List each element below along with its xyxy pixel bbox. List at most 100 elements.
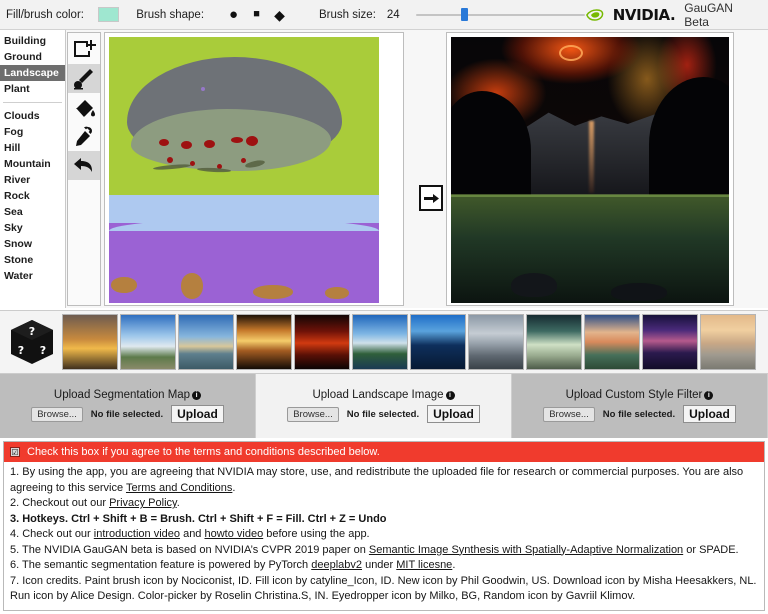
upload-button[interactable]: Upload [427, 405, 480, 423]
eyedropper-tool-button[interactable] [68, 122, 100, 151]
browse-button[interactable]: Browse... [31, 406, 83, 422]
class-item-landscape[interactable]: Landscape [0, 65, 65, 81]
terms-item-5: 5. The NVIDIA GauGAN beta is based on NV… [10, 543, 758, 559]
upload-custom-style-cell: Upload Custom Style Filter i Browse... N… [512, 374, 768, 438]
undo-button[interactable] [68, 151, 100, 180]
style-thumbnail[interactable] [236, 314, 292, 370]
class-item-building[interactable]: Building [0, 33, 65, 49]
style-thumbnail[interactable] [526, 314, 582, 370]
terms-link[interactable]: Terms and Conditions [126, 482, 232, 494]
seg-rock-mark [111, 277, 137, 293]
style-thumbnail[interactable] [700, 314, 756, 370]
seg-flower-mark [246, 136, 258, 146]
brush-size-label: Brush size: [319, 8, 376, 21]
segmentation-canvas-panel[interactable] [104, 32, 404, 306]
class-item-sea[interactable]: Sea [0, 204, 65, 220]
class-item-hill[interactable]: Hill [0, 140, 65, 156]
brush-size-slider[interactable] [416, 7, 586, 23]
nvidia-branding: NVIDIA. GauGAN Beta [585, 1, 768, 29]
terms-item-2: 2. Checkout out our Privacy Policy. [10, 496, 758, 512]
style-thumbnail[interactable] [178, 314, 234, 370]
tool-palette [67, 32, 101, 306]
info-icon[interactable]: i [445, 391, 455, 400]
brush-shape-circle-icon[interactable]: ● [226, 7, 241, 22]
run-button[interactable] [419, 185, 443, 211]
style-thumbnail[interactable] [410, 314, 466, 370]
file-status-text: No file selected. [90, 408, 164, 420]
upload-style-controls: Browse... No file selected. Upload [543, 405, 736, 423]
fill-tool-button[interactable] [68, 93, 100, 122]
terms-link[interactable]: introduction video [94, 528, 180, 540]
terms-link[interactable]: deeplabv2 [311, 559, 362, 571]
terms-text: . [232, 481, 236, 494]
class-item-stone[interactable]: Stone [0, 252, 65, 268]
style-thumbnail[interactable] [120, 314, 176, 370]
style-thumbnail[interactable] [468, 314, 524, 370]
class-item-water[interactable]: Water [0, 268, 65, 284]
style-thumbnail[interactable] [62, 314, 118, 370]
random-style-button[interactable]: ? ? ? [4, 314, 60, 370]
terms-text: 2. Checkout out our [10, 497, 110, 509]
generated-waterline [451, 194, 729, 197]
upload-button[interactable]: Upload [171, 405, 224, 423]
terms-link[interactable]: MIT licesne [396, 559, 452, 571]
browse-button[interactable]: Browse... [287, 406, 339, 422]
terms-item-4: 4. Check out our introduction video and … [10, 527, 758, 543]
style-thumbnail[interactable] [352, 314, 408, 370]
random-dice-icon: ? ? ? [11, 320, 53, 364]
style-filter-strip[interactable]: ? ? ? [0, 310, 768, 374]
terms-item-3: 3. Hotkeys. Ctrl + Shift + B = Brush. Ct… [10, 512, 758, 528]
style-thumbnail[interactable] [584, 314, 640, 370]
brush-shape-square-icon[interactable]: ■ [249, 7, 264, 22]
browse-button[interactable]: Browse... [543, 406, 595, 422]
nvidia-logo-icon [586, 8, 604, 21]
upload-button[interactable]: Upload [683, 405, 736, 423]
seg-rock-mark [181, 273, 203, 299]
class-item-ground[interactable]: Ground [0, 49, 65, 65]
class-item-river[interactable]: River [0, 172, 65, 188]
terms-link[interactable]: Privacy Policy [109, 497, 177, 509]
segmentation-class-list[interactable]: Building Ground Landscape Plant Clouds F… [0, 30, 66, 308]
terms-text: 3. Hotkeys. Ctrl + Shift + B = Brush. Ct… [10, 512, 387, 525]
undo-icon [74, 157, 93, 172]
class-item-mountain[interactable]: Mountain [0, 156, 65, 172]
paintbrush-tool-button[interactable] [68, 64, 100, 93]
terms-text: . [176, 497, 180, 509]
class-item-fog[interactable]: Fog [0, 124, 65, 140]
new-icon [74, 39, 96, 57]
agree-checkbox[interactable]: ☑ [10, 447, 20, 457]
terms-link[interactable]: howto video [204, 528, 263, 540]
terms-text: 6. The semantic segmentation feature is … [10, 559, 312, 571]
fill-brush-color-swatch[interactable] [97, 7, 120, 22]
class-item-rock[interactable]: Rock [0, 188, 65, 204]
upload-segmentation-title-row: Upload Segmentation Map i [53, 389, 202, 401]
terms-link[interactable]: Semantic Image Synthesis with Spatially-… [369, 544, 683, 556]
generated-image-panel[interactable] [446, 32, 734, 306]
style-thumbnail[interactable] [294, 314, 350, 370]
new-canvas-button[interactable] [68, 35, 100, 64]
seg-flower-mark [159, 139, 169, 146]
terms-item-1: 1. By using the app, you are agreeing th… [10, 465, 758, 496]
class-item-snow[interactable]: Snow [0, 236, 65, 252]
seg-flower-mark [231, 137, 243, 143]
generated-image [451, 37, 729, 303]
eyedropper-icon [76, 126, 92, 146]
segmentation-canvas[interactable] [109, 37, 379, 303]
generated-sun-ring [559, 45, 583, 61]
info-icon[interactable]: i [704, 391, 714, 400]
brush-size-value: 24 [386, 8, 400, 21]
upload-landscape-image-cell: Upload Landscape Image i Browse... No fi… [256, 374, 512, 438]
class-item-clouds[interactable]: Clouds [0, 108, 65, 124]
agree-banner[interactable]: ☑ Check this box if you agree to the ter… [4, 442, 764, 462]
brush-shape-diamond-icon[interactable]: ◆ [272, 7, 287, 22]
upload-segmentation-title: Upload Segmentation Map [53, 389, 191, 401]
seg-rock-mark [253, 285, 293, 299]
class-item-plant[interactable]: Plant [0, 81, 65, 97]
terms-text: before using the app. [263, 528, 370, 540]
slider-thumb[interactable] [461, 7, 469, 21]
info-icon[interactable]: i [192, 391, 202, 400]
class-item-sky[interactable]: Sky [0, 220, 65, 236]
style-thumbnail[interactable] [642, 314, 698, 370]
terms-text: 4. Check out our [10, 528, 94, 540]
seg-flower-mark [167, 157, 173, 163]
